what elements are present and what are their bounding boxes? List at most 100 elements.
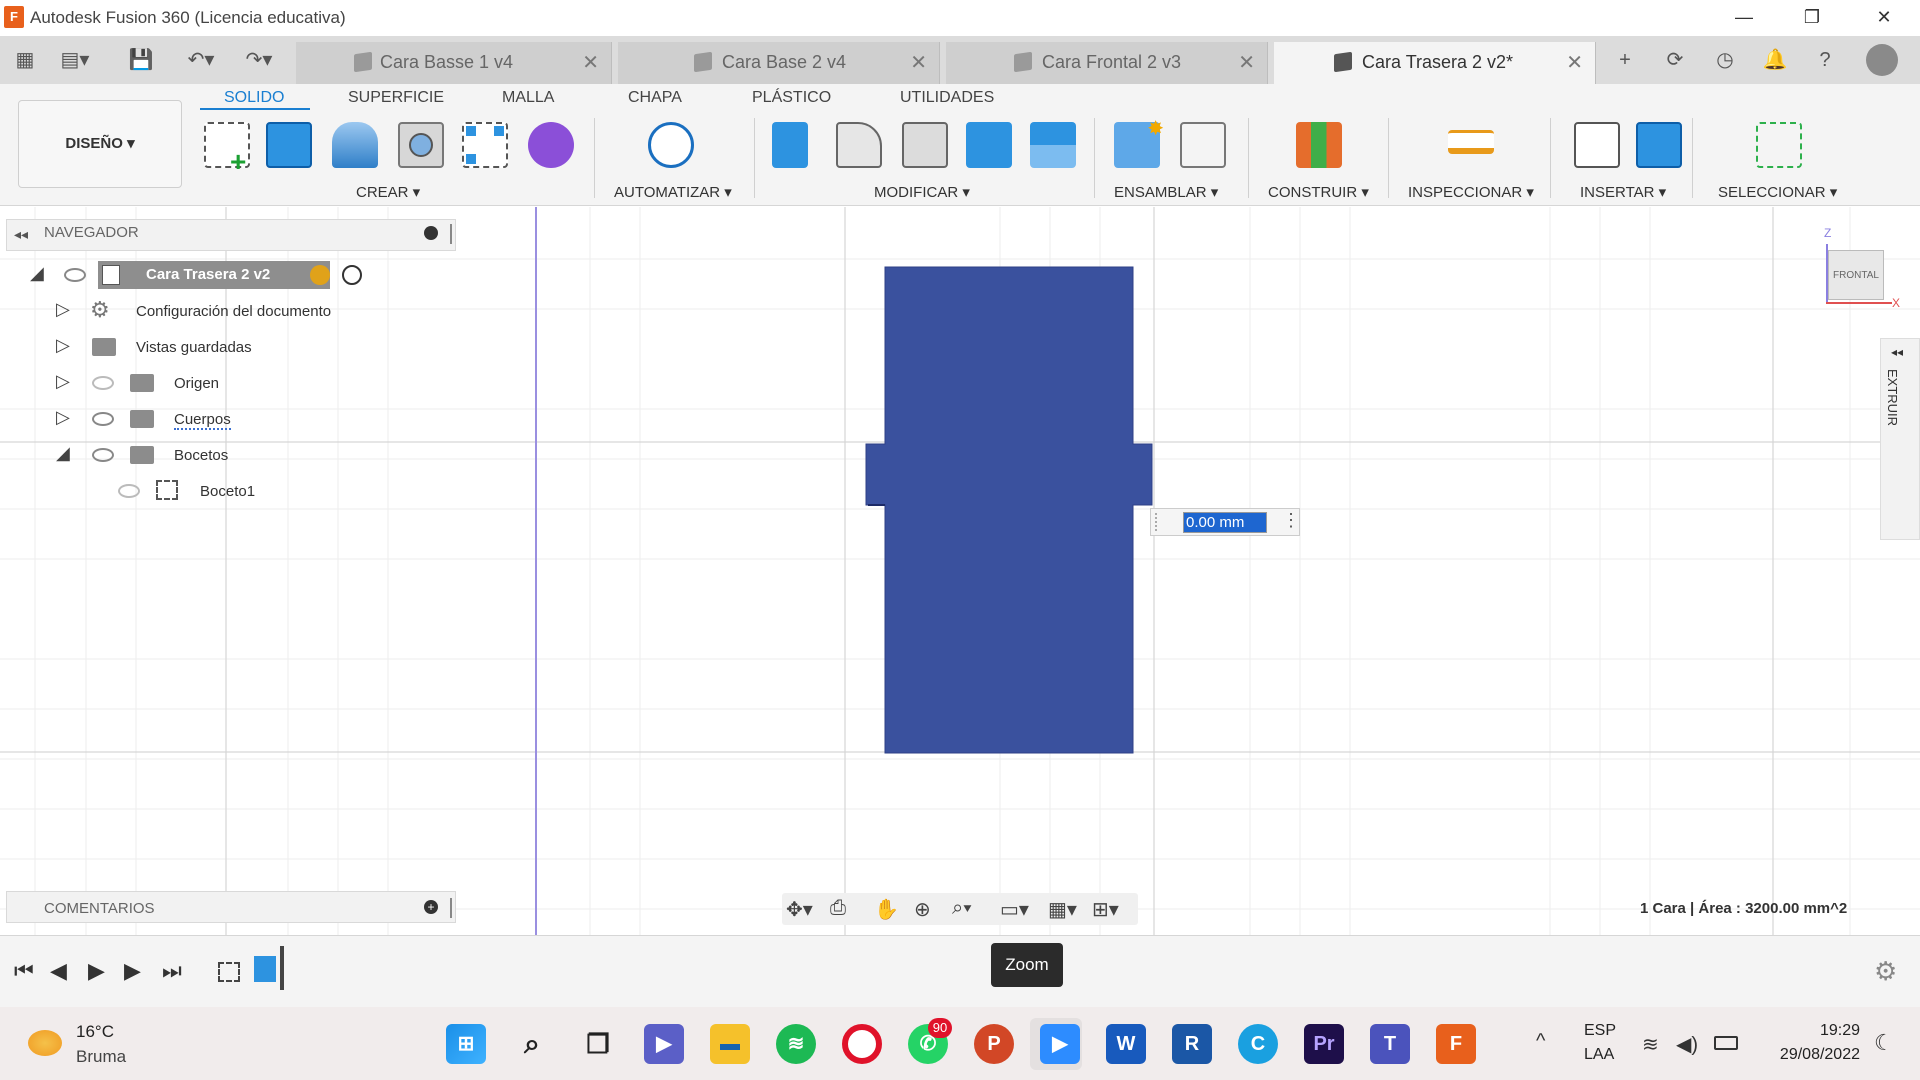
- look-at-icon[interactable]: ⎙: [830, 897, 846, 920]
- timeline-extrude-icon[interactable]: [254, 956, 276, 982]
- insert-derive-icon[interactable]: [1574, 122, 1620, 168]
- sync-icon[interactable]: ⟳: [1660, 46, 1690, 74]
- revit-icon[interactable]: R: [1172, 1024, 1212, 1064]
- hidden-eye-icon[interactable]: [92, 376, 114, 390]
- create-sketch-icon[interactable]: +: [204, 122, 250, 177]
- notifications-icon[interactable]: 🔔: [1760, 46, 1790, 74]
- step-back-icon[interactable]: ◀: [50, 958, 67, 984]
- expand-panel-icon[interactable]: ◂◂: [1891, 345, 1903, 359]
- undo-icon[interactable]: ↶▾: [176, 46, 226, 74]
- clock-date[interactable]: 29/08/2022: [1760, 1046, 1860, 1064]
- tree-item-views[interactable]: ▷ Vistas guardadas: [56, 333, 396, 361]
- play-icon[interactable]: ▶: [88, 958, 105, 984]
- tree-item-sketches[interactable]: ◢ Bocetos: [56, 441, 396, 469]
- fillet-icon[interactable]: [836, 122, 882, 168]
- tree-item-bodies[interactable]: ▷ Cuerpos: [56, 405, 396, 433]
- view-cube[interactable]: FRONTAL: [1828, 250, 1884, 300]
- word-icon[interactable]: W: [1106, 1024, 1146, 1064]
- tab-superficie[interactable]: SUPERFICIE: [348, 89, 444, 107]
- avatar[interactable]: [1866, 44, 1898, 76]
- form-icon[interactable]: [528, 122, 574, 168]
- redo-icon[interactable]: ↷▾: [234, 46, 284, 74]
- expand-triangle-icon[interactable]: ▷: [56, 371, 70, 392]
- job-status-icon[interactable]: ◷: [1710, 46, 1740, 74]
- close-tab-icon[interactable]: ✕: [582, 50, 599, 75]
- start-windows-icon[interactable]: ⊞: [446, 1024, 486, 1064]
- step-forward-icon[interactable]: ▶: [124, 958, 141, 984]
- doc-tab-cara-trasera-2[interactable]: Cara Trasera 2 v2* ✕: [1274, 42, 1596, 84]
- new-component-icon[interactable]: ✸: [1114, 118, 1164, 168]
- powerpoint-icon[interactable]: P: [974, 1024, 1014, 1064]
- chat-icon[interactable]: ▶: [644, 1024, 684, 1064]
- premiere-icon[interactable]: Pr: [1304, 1024, 1344, 1064]
- chevron-up-icon[interactable]: ^: [1536, 1030, 1545, 1053]
- tab-chapa[interactable]: CHAPA: [628, 89, 682, 107]
- viewports-icon[interactable]: ⊞▾: [1092, 897, 1119, 922]
- spotify-icon[interactable]: ≋: [776, 1024, 816, 1064]
- panel-grip-icon[interactable]: [450, 898, 452, 918]
- volume-icon[interactable]: ◀): [1676, 1032, 1698, 1057]
- activate-badge-icon[interactable]: [310, 265, 330, 285]
- opera-icon[interactable]: [842, 1024, 882, 1064]
- doc-tab-cara-base-2[interactable]: Cara Base 2 v4 ✕: [618, 42, 940, 84]
- visibility-eye-icon[interactable]: [92, 448, 114, 462]
- group-ensamblar[interactable]: ENSAMBLAR ▾: [1114, 183, 1218, 201]
- insert-image-icon[interactable]: [1636, 122, 1682, 168]
- visibility-eye-icon[interactable]: [92, 412, 114, 426]
- battery-icon[interactable]: [1714, 1036, 1738, 1050]
- distance-input[interactable]: [1183, 512, 1267, 533]
- drag-grip-icon[interactable]: [1155, 513, 1161, 531]
- add-comment-icon[interactable]: +: [424, 900, 438, 914]
- weather-sun-icon[interactable]: [28, 1030, 62, 1056]
- tree-item-origin[interactable]: ▷ Origen: [56, 369, 396, 397]
- group-automatizar[interactable]: AUTOMATIZAR ▾: [614, 183, 732, 201]
- close-tab-icon[interactable]: ✕: [1238, 50, 1255, 75]
- more-options-icon[interactable]: ⋮: [1282, 510, 1300, 531]
- panel-grip-icon[interactable]: [450, 224, 452, 244]
- file-explorer-icon[interactable]: ▬: [710, 1024, 750, 1064]
- minimize-button[interactable]: —: [1708, 0, 1780, 36]
- pattern-icon[interactable]: [462, 122, 508, 168]
- keyboard-layout[interactable]: LAA: [1584, 1046, 1614, 1064]
- collapse-triangle-icon[interactable]: ◢: [30, 263, 44, 284]
- navigator-minus-icon[interactable]: [424, 226, 438, 240]
- zoom-app-icon[interactable]: ▶: [1040, 1024, 1080, 1064]
- workspace-switcher[interactable]: DISEÑO ▾: [18, 100, 182, 188]
- collapse-panel-icon[interactable]: ◂◂: [14, 226, 28, 243]
- select-window-icon[interactable]: [1756, 122, 1802, 168]
- save-icon[interactable]: 💾: [126, 46, 156, 74]
- help-icon[interactable]: ?: [1810, 46, 1840, 74]
- revolve-icon[interactable]: [332, 122, 378, 168]
- shell-icon[interactable]: [902, 122, 948, 168]
- wifi-icon[interactable]: ≋: [1642, 1032, 1659, 1057]
- combine-icon[interactable]: [966, 122, 1012, 168]
- new-tab-icon[interactable]: +: [1610, 46, 1640, 74]
- collapse-triangle-icon[interactable]: ◢: [56, 443, 70, 464]
- tab-utilidades[interactable]: UTILIDADES: [900, 89, 994, 107]
- hole-icon[interactable]: [398, 122, 444, 168]
- restore-button[interactable]: ❐: [1776, 0, 1848, 36]
- focus-moon-icon[interactable]: ☾: [1874, 1030, 1894, 1056]
- automate-icon[interactable]: [648, 122, 694, 168]
- weather-desc[interactable]: Bruma: [76, 1047, 126, 1067]
- group-construir[interactable]: CONSTRUIR ▾: [1268, 183, 1369, 201]
- group-modificar[interactable]: MODIFICAR ▾: [874, 183, 970, 201]
- group-seleccionar[interactable]: SELECCIONAR ▾: [1718, 183, 1837, 201]
- weather-temp[interactable]: 16°C: [76, 1022, 114, 1042]
- c-app-icon[interactable]: C: [1238, 1024, 1278, 1064]
- teams-icon[interactable]: T: [1370, 1024, 1410, 1064]
- split-body-icon[interactable]: [1030, 122, 1076, 168]
- tab-malla[interactable]: MALLA: [502, 89, 554, 107]
- extrude-icon[interactable]: [266, 122, 312, 168]
- pan-hand-icon[interactable]: ✋: [874, 897, 899, 922]
- doc-tab-cara-basse-1[interactable]: Cara Basse 1 v4 ✕: [296, 42, 612, 84]
- display-settings-icon[interactable]: ▭▾: [1000, 897, 1029, 922]
- fit-zoom-icon[interactable]: ⌕▾: [952, 897, 972, 920]
- language-code[interactable]: ESP: [1584, 1022, 1616, 1040]
- close-tab-icon[interactable]: ✕: [910, 50, 927, 75]
- apps-grid-icon[interactable]: ▦: [10, 46, 40, 74]
- tree-item-config[interactable]: ▷ ⚙ Configuración del documento: [56, 297, 396, 325]
- tree-root[interactable]: ◢ Cara Trasera 2 v2: [30, 261, 370, 289]
- expand-triangle-icon[interactable]: ▷: [56, 335, 70, 356]
- measure-icon[interactable]: [1448, 130, 1494, 154]
